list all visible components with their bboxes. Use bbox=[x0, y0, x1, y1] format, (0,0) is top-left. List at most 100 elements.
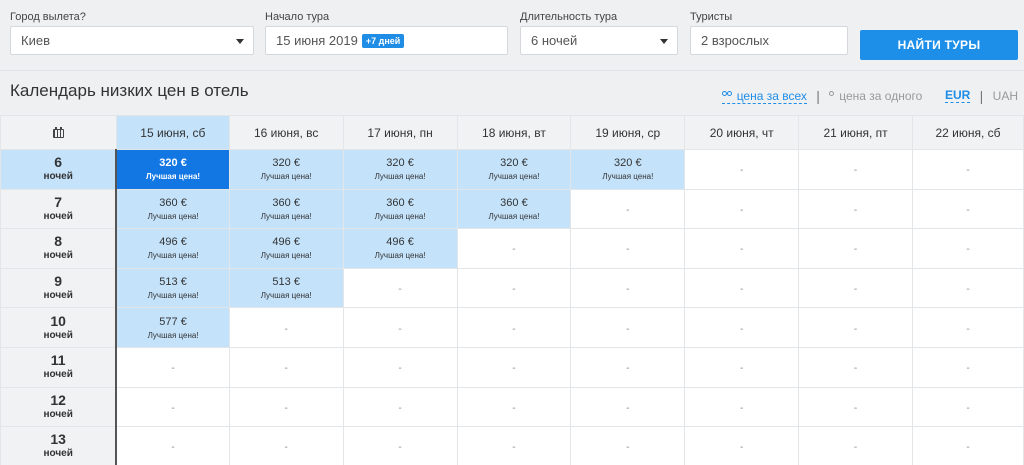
nights-unit: ночей bbox=[43, 171, 73, 183]
empty-cell: - bbox=[570, 267, 686, 309]
price-cell[interactable]: 577 € Лучшая цена! bbox=[115, 307, 230, 348]
price-cell[interactable]: 513 € Лучшая цена! bbox=[115, 267, 230, 309]
price-cell[interactable]: 320 € Лучшая цена! bbox=[115, 149, 230, 190]
empty-cell: - bbox=[684, 386, 800, 428]
person-icon bbox=[829, 91, 836, 101]
empty-cell: - bbox=[912, 188, 1024, 230]
duration-select[interactable]: 6 ночей bbox=[520, 26, 678, 55]
people-icon bbox=[721, 90, 734, 101]
price-value: 496 € bbox=[386, 236, 414, 249]
price-calendar: 15 июня, сб 16 июня, вс 17 июня, пн 18 июня… bbox=[0, 115, 1024, 465]
no-price-dash: - bbox=[626, 244, 630, 256]
empty-cell: - bbox=[912, 386, 1024, 428]
nights-unit: ночей bbox=[43, 210, 73, 222]
empty-cell: - bbox=[456, 386, 572, 428]
nights-unit: ночей bbox=[43, 329, 73, 341]
price-value: 320 € bbox=[159, 157, 187, 170]
empty-cell: - bbox=[570, 228, 686, 269]
no-price-dash: - bbox=[512, 284, 516, 296]
empty-cell: - bbox=[456, 228, 572, 269]
price-cell[interactable]: 360 € Лучшая цена! bbox=[456, 188, 572, 230]
chevron-down-icon bbox=[236, 39, 244, 44]
no-price-dash: - bbox=[740, 165, 744, 177]
no-price-dash: - bbox=[626, 204, 630, 216]
date-header: 20 июня, чт bbox=[684, 115, 800, 150]
price-value: 360 € bbox=[159, 196, 187, 209]
price-cell[interactable]: 360 € Лучшая цена! bbox=[228, 188, 344, 230]
empty-cell: - bbox=[684, 267, 800, 309]
nights-count: 12 bbox=[50, 391, 66, 408]
date-header: 16 июня, вс bbox=[228, 115, 344, 150]
price-cell[interactable]: 496 € Лучшая цена! bbox=[228, 228, 344, 269]
empty-cell: - bbox=[570, 426, 686, 465]
duration-field: Длительность тура 6 ночей bbox=[520, 8, 678, 55]
no-price-dash: - bbox=[853, 244, 858, 256]
no-price-dash: - bbox=[740, 363, 744, 375]
no-price-dash: - bbox=[966, 323, 970, 335]
best-price-label: Лучшая цена! bbox=[260, 211, 312, 221]
price-cell[interactable]: 320 € Лучшая цена! bbox=[228, 149, 344, 190]
currency-uah[interactable]: UAH bbox=[993, 87, 1018, 105]
no-price-dash: - bbox=[398, 363, 402, 375]
no-price-dash: - bbox=[284, 363, 288, 375]
empty-cell: - bbox=[912, 149, 1024, 190]
tourists-input[interactable]: 2 взрослых bbox=[690, 26, 848, 55]
price-cell[interactable]: 496 € Лучшая цена! bbox=[115, 228, 230, 269]
table-row: 11 ночей - - - - - - - - bbox=[0, 346, 1024, 388]
empty-cell: - bbox=[228, 426, 344, 465]
nights-row-header: 10 ночей bbox=[0, 307, 118, 348]
price-per-one-option[interactable]: цена за одного bbox=[829, 86, 922, 105]
nights-row-header: 12 ночей bbox=[0, 386, 118, 428]
tourists-label: Туристы bbox=[690, 11, 733, 23]
empty-cell: - bbox=[115, 386, 230, 428]
best-price-label: Лучшая цена! bbox=[260, 291, 312, 301]
empty-cell: - bbox=[570, 188, 686, 230]
table-row: 7 ночей 360 € Лучшая цена! 360 € Лучшая цена!… bbox=[0, 188, 1024, 230]
empty-cell: - bbox=[228, 386, 344, 428]
best-price-label: Лучшая цена! bbox=[602, 172, 654, 182]
no-price-dash: - bbox=[740, 402, 744, 414]
best-price-label: Лучшая цена! bbox=[374, 251, 426, 261]
price-value: 513 € bbox=[272, 276, 300, 289]
no-price-dash: - bbox=[398, 284, 402, 296]
price-per-one-label: цена за одного bbox=[839, 89, 923, 104]
price-cell[interactable]: 360 € Лучшая цена! bbox=[115, 188, 230, 230]
empty-cell: - bbox=[912, 267, 1024, 309]
empty-cell: - bbox=[684, 307, 800, 348]
empty-cell: - bbox=[798, 386, 913, 428]
price-per-all-option[interactable]: цена за всех bbox=[721, 88, 807, 104]
price-value: 513 € bbox=[159, 276, 187, 289]
no-price-dash: - bbox=[398, 442, 402, 454]
find-tours-button[interactable]: НАЙТИ ТУРЫ bbox=[860, 30, 1018, 60]
price-cell[interactable]: 496 € Лучшая цена! bbox=[342, 228, 458, 269]
nights-count: 10 bbox=[50, 312, 66, 329]
price-cell[interactable]: 320 € Лучшая цена! bbox=[570, 149, 686, 190]
price-cell[interactable]: 513 € Лучшая цена! bbox=[228, 267, 344, 309]
departure-select[interactable]: Киев bbox=[10, 26, 254, 55]
departure-label: Город вылета? bbox=[10, 11, 86, 23]
start-date-input[interactable]: 15 июня 2019 +7 дней bbox=[265, 26, 508, 55]
empty-cell: - bbox=[798, 228, 913, 269]
price-cell[interactable]: 360 € Лучшая цена! bbox=[342, 188, 458, 230]
no-price-dash: - bbox=[740, 244, 744, 256]
price-value: 496 € bbox=[159, 236, 187, 249]
empty-cell: - bbox=[798, 188, 913, 230]
nights-count: 13 bbox=[50, 431, 66, 448]
best-price-label: Лучшая цена! bbox=[374, 211, 426, 221]
currency-eur[interactable]: EUR bbox=[944, 88, 971, 104]
empty-cell: - bbox=[798, 346, 913, 388]
nights-unit: ночей bbox=[43, 448, 73, 460]
price-cell[interactable]: 320 € Лучшая цена! bbox=[342, 149, 458, 190]
start-date-label: Начало тура bbox=[265, 11, 330, 23]
chevron-down-icon bbox=[660, 39, 668, 44]
departure-field: Город вылета? Киев bbox=[10, 8, 254, 55]
empty-cell: - bbox=[342, 307, 458, 348]
price-per-all-label: цена за всех bbox=[736, 88, 807, 103]
price-cell[interactable]: 320 € Лучшая цена! bbox=[456, 149, 572, 190]
nights-count: 7 bbox=[54, 193, 63, 210]
empty-cell: - bbox=[115, 426, 230, 465]
tourists-value: 2 взрослых bbox=[701, 33, 769, 48]
best-price-label: Лучшая цена! bbox=[147, 291, 199, 301]
start-date-field: Начало тура 15 июня 2019 +7 дней bbox=[265, 8, 508, 55]
empty-cell: - bbox=[684, 346, 800, 388]
